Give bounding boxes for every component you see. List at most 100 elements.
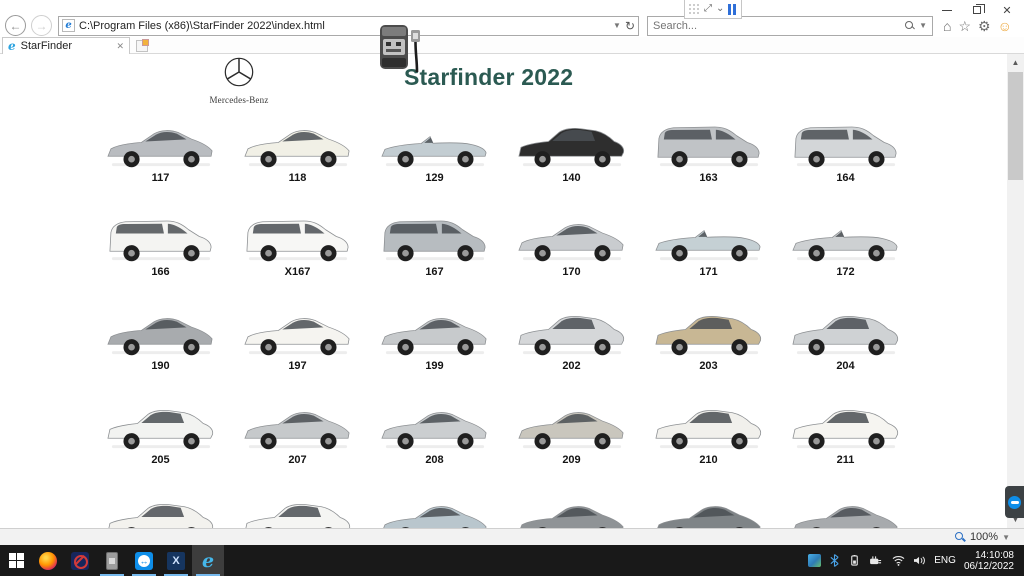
car-image	[239, 204, 357, 264]
address-input[interactable]	[79, 20, 609, 32]
chevron-down-icon[interactable]: ⌄	[716, 4, 724, 14]
back-button[interactable]: ←	[5, 15, 26, 36]
home-icon[interactable]: ⌂	[943, 19, 951, 33]
model-code: 164	[836, 172, 854, 184]
car-image	[102, 392, 220, 452]
clock-time: 14:10:08	[964, 550, 1014, 561]
model-code: 129	[425, 172, 443, 184]
scrollbar[interactable]: ▲ ▼	[1007, 54, 1024, 528]
model-code: X167	[285, 266, 311, 278]
scrollbar-thumb[interactable]	[1008, 72, 1023, 180]
model-code: 199	[425, 360, 443, 372]
model-code: 171	[699, 266, 717, 278]
car-image	[239, 110, 357, 170]
model-cell-partial[interactable]	[229, 486, 366, 528]
model-cell-X167[interactable]: X167	[229, 204, 366, 298]
pause-icon[interactable]	[728, 4, 736, 15]
model-cell-partial[interactable]	[503, 486, 640, 528]
car-image	[513, 110, 631, 170]
model-cell-190[interactable]: 190	[92, 298, 229, 392]
model-cell-partial[interactable]	[366, 486, 503, 528]
search-input[interactable]	[653, 20, 901, 32]
start-button[interactable]	[0, 545, 32, 576]
taskbar-teamviewer[interactable]: ↔	[128, 545, 160, 576]
model-cell-172[interactable]: 172	[777, 204, 914, 298]
speaker-icon[interactable]	[913, 555, 926, 566]
teamviewer-icon	[1008, 496, 1021, 509]
tab-close-icon[interactable]: ✕	[116, 41, 124, 52]
expand-icon[interactable]: ⤢	[704, 4, 712, 14]
car-image	[102, 204, 220, 264]
feedback-smiley-icon[interactable]: ☺	[998, 19, 1012, 33]
model-cell-166[interactable]: 166	[92, 204, 229, 298]
taskbar-firefox[interactable]	[32, 545, 64, 576]
model-cell-partial[interactable]	[92, 486, 229, 528]
drag-handle-icon[interactable]	[689, 4, 700, 15]
model-code: 205	[151, 454, 169, 466]
tab-bar: e StarFinder ✕	[0, 37, 1024, 54]
power-plug-icon[interactable]	[869, 555, 884, 566]
model-cell-partial[interactable]	[640, 486, 777, 528]
model-cell-207[interactable]: 207	[229, 392, 366, 486]
tray-app-icon[interactable]	[808, 554, 821, 567]
zoom-dropdown-icon[interactable]: ▼	[1002, 533, 1010, 542]
model-cell-202[interactable]: 202	[503, 298, 640, 392]
desktop: ⤢ ⌄ ✕ ← → e ▼ ↻ ▼ ⌂ ☆ ⚙ ☺ e Star	[0, 0, 1024, 576]
model-cell-167[interactable]: 167	[366, 204, 503, 298]
zoom-icon[interactable]	[955, 532, 966, 543]
taskbar-blocked-app[interactable]	[64, 545, 96, 576]
title-bar	[0, 0, 1024, 14]
language-indicator[interactable]: ENG	[934, 555, 956, 566]
address-bar[interactable]: e ▼ ↻	[58, 16, 639, 36]
tab-starfinder[interactable]: e StarFinder ✕	[2, 37, 130, 54]
taskbar-xentry[interactable]: X	[160, 545, 192, 576]
model-cell-197[interactable]: 197	[229, 298, 366, 392]
car-image	[787, 392, 905, 452]
model-cell-129[interactable]: 129	[366, 110, 503, 204]
model-cell-118[interactable]: 118	[229, 110, 366, 204]
model-grid: 117 118 129 140163 164 166 X167 167170 171 172 190…	[92, 110, 914, 528]
model-cell-117[interactable]: 117	[92, 110, 229, 204]
car-image	[376, 486, 494, 528]
scroll-up-icon[interactable]: ▲	[1007, 54, 1024, 71]
forward-button[interactable]: →	[31, 15, 52, 36]
car-image	[787, 204, 905, 264]
new-tab-button[interactable]	[136, 40, 148, 52]
address-dropdown-icon[interactable]: ▼	[613, 21, 621, 30]
settings-icon[interactable]: ⚙	[978, 19, 991, 33]
battery-icon[interactable]	[848, 555, 861, 566]
model-cell-partial[interactable]	[777, 486, 914, 528]
model-cell-140[interactable]: 140	[503, 110, 640, 204]
model-code: 207	[288, 454, 306, 466]
model-cell-210[interactable]: 210	[640, 392, 777, 486]
search-icon[interactable]	[905, 21, 915, 31]
model-cell-171[interactable]: 171	[640, 204, 777, 298]
taskbar-device-app[interactable]	[96, 545, 128, 576]
model-cell-199[interactable]: 199	[366, 298, 503, 392]
model-cell-205[interactable]: 205	[92, 392, 229, 486]
taskbar-internet-explorer[interactable]: e	[192, 545, 224, 576]
model-cell-204[interactable]: 204	[777, 298, 914, 392]
model-cell-203[interactable]: 203	[640, 298, 777, 392]
search-dropdown-icon[interactable]: ▼	[919, 21, 927, 30]
close-button[interactable]: ✕	[992, 0, 1022, 20]
model-cell-211[interactable]: 211	[777, 392, 914, 486]
refresh-icon[interactable]: ↻	[625, 19, 635, 33]
windows-logo-icon	[9, 553, 24, 568]
model-cell-208[interactable]: 208	[366, 392, 503, 486]
recorder-toolbar[interactable]: ⤢ ⌄	[684, 0, 742, 19]
car-image	[376, 298, 494, 358]
wifi-icon[interactable]	[892, 555, 905, 566]
model-cell-164[interactable]: 164	[777, 110, 914, 204]
favorites-icon[interactable]: ☆	[958, 19, 971, 33]
restore-button[interactable]	[962, 0, 992, 20]
model-code: 117	[152, 172, 170, 184]
bluetooth-icon[interactable]	[829, 554, 840, 567]
teamviewer-panel-tab[interactable]	[1005, 486, 1024, 518]
model-cell-163[interactable]: 163	[640, 110, 777, 204]
taskbar-clock[interactable]: 14:10:08 06/12/2022	[964, 550, 1014, 572]
model-cell-170[interactable]: 170	[503, 204, 640, 298]
minimize-button[interactable]	[932, 0, 962, 20]
model-cell-209[interactable]: 209	[503, 392, 640, 486]
browser-actions: ⌂ ☆ ⚙ ☺	[943, 19, 1012, 33]
